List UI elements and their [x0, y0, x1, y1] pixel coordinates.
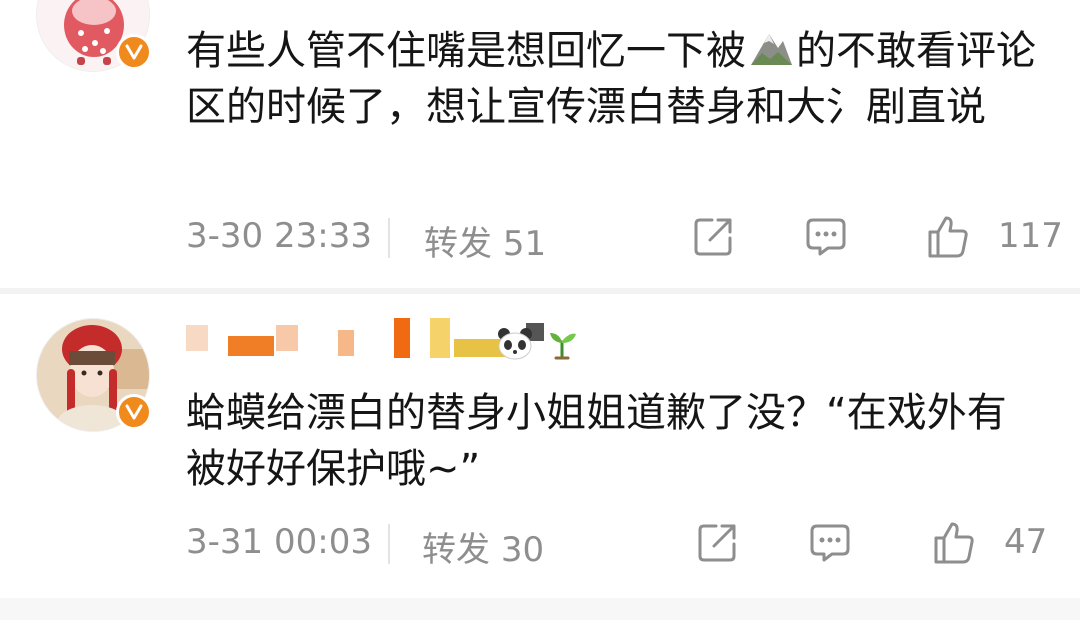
- repost-button[interactable]: 转发 30: [422, 522, 544, 571]
- like-count: 47: [1004, 522, 1048, 562]
- username-redacted[interactable]: [186, 0, 376, 6]
- comment-bubble-icon[interactable]: [808, 520, 852, 564]
- panda-icon: [496, 326, 534, 360]
- comment-meta: 3-30 23:33 转发 51 117: [186, 214, 1063, 264]
- comment-meta: 3-31 00:03 转发 30 47: [186, 520, 1056, 570]
- mountain-icon: [748, 27, 794, 67]
- avatar-2[interactable]: [36, 318, 152, 432]
- comment-text: 有些人管不住嘴是想回忆一下被 的不敢看评论区的时候了，想让宣传漂白替身和大氵剧直说: [186, 23, 1046, 135]
- sprout-icon: [546, 328, 578, 360]
- comment-text: 蛤蟆给漂白的替身小姐姐道歉了没？“在戏外有被好好保护哦~”: [186, 390, 1007, 492]
- verified-v-badge-icon: [116, 34, 152, 70]
- comment-timestamp: 3-31 00:03: [186, 522, 372, 562]
- comment-bubble-icon[interactable]: [804, 214, 848, 258]
- repost-count: 30: [500, 530, 545, 570]
- share-icon[interactable]: [692, 214, 736, 258]
- divider: [0, 598, 1080, 620]
- share-icon[interactable]: [696, 520, 740, 564]
- like-count: 117: [998, 216, 1063, 256]
- repost-label: 转发: [424, 224, 492, 264]
- meta-separator: [388, 218, 390, 258]
- repost-count: 51: [502, 224, 547, 264]
- repost-label: 转发: [422, 530, 490, 570]
- comment-2: 蛤蟆给漂白的替身小姐姐道歉了没？“在戏外有被好好保护哦~” 3-31 00:03…: [0, 294, 1080, 620]
- comment-text-part-1: 有些人管不住嘴是想回忆一下被: [186, 28, 746, 74]
- avatar-1[interactable]: [36, 0, 152, 72]
- verified-v-badge-icon: [116, 394, 152, 430]
- comment-1: 有些人管不住嘴是想回忆一下被 的不敢看评论区的时候了，想让宣传漂白替身和大氵剧直说…: [0, 0, 1080, 290]
- thumbs-up-icon[interactable]: [926, 214, 970, 258]
- meta-separator: [388, 524, 390, 564]
- comment-timestamp: 3-30 23:33: [186, 216, 372, 256]
- thumbs-up-icon[interactable]: [932, 520, 976, 564]
- username-redacted[interactable]: [186, 316, 544, 360]
- repost-button[interactable]: 转发 51: [424, 216, 546, 265]
